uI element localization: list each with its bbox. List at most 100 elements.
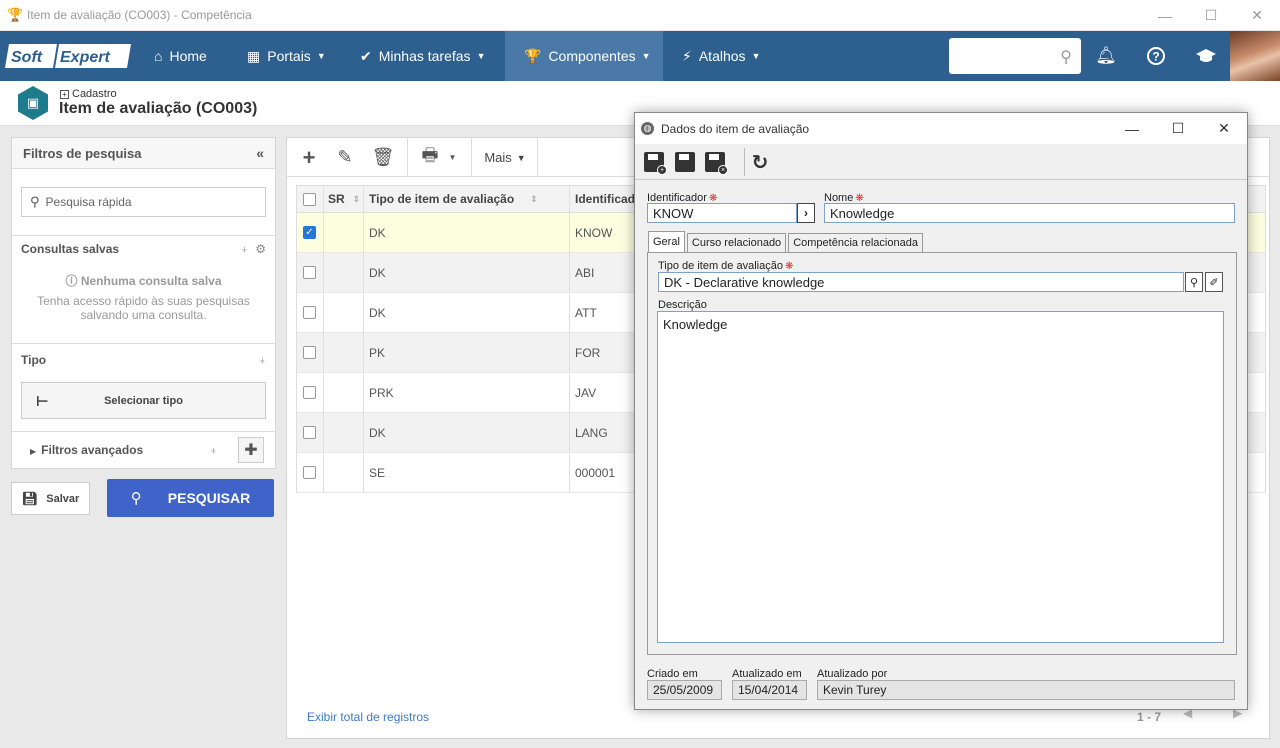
show-total-records-link[interactable]: Exibir total de registros <box>307 710 429 724</box>
column-sr[interactable]: SR ⇕ <box>328 186 360 212</box>
column-tipo[interactable]: Tipo de item de avaliação ⇕ <box>369 186 538 212</box>
column-identificador[interactable]: Identificad <box>575 186 635 212</box>
close-button[interactable]: ✕ <box>1234 0 1280 31</box>
more-label: Mais <box>484 150 512 165</box>
caret-down-icon: ▼ <box>316 51 326 61</box>
search-button[interactable]: ⚲ PESQUISAR <box>107 479 274 517</box>
window-title: Item de avaliação (CO003) - Competência <box>27 8 252 22</box>
row-checkbox[interactable] <box>303 346 316 359</box>
row-checkbox[interactable]: ✓ <box>303 226 316 239</box>
row-tipo: DK <box>369 225 386 240</box>
filter-panel: Filtros de pesquisa « ⚲ Pesquisa rápida … <box>11 137 276 469</box>
row-tipo: PK <box>369 345 386 360</box>
collapse-double-chevron-icon[interactable]: « <box>256 145 264 161</box>
dialog-minimize-button[interactable]: — <box>1109 113 1155 144</box>
filter-panel-header: Filtros de pesquisa « <box>12 138 275 169</box>
edit-pencil-icon[interactable]: ✎ <box>329 138 361 177</box>
help-icon[interactable]: ? <box>1131 31 1181 81</box>
nav-portais[interactable]: ▦ Portais ▼ <box>247 31 326 81</box>
criado-field: 25/05/2009 <box>647 680 722 700</box>
add-filter-button[interactable]: ✚ <box>238 437 264 463</box>
tipo-field[interactable]: DK - Declarative knowledge <box>658 272 1184 292</box>
select-type-label: Selecionar tipo <box>104 394 183 407</box>
refresh-icon[interactable]: ↻ <box>747 149 773 175</box>
row-checkbox[interactable] <box>303 306 316 319</box>
cap-shape <box>1196 49 1216 62</box>
row-tipo: PRK <box>369 385 394 400</box>
save-and-close-icon[interactable]: × <box>705 152 728 175</box>
breadcrumb[interactable]: + Cadastro <box>60 88 117 100</box>
caret-down-icon: ▼ <box>476 51 486 61</box>
nav-atalhos[interactable]: ⚡ Atalhos ▼ <box>682 31 760 81</box>
trophy-icon: 🏆 <box>524 47 542 64</box>
notifications-bell-icon[interactable]: 🔔︎ <box>1081 31 1131 81</box>
graduation-cap-icon[interactable] <box>1181 31 1231 81</box>
tipo-label: Tipo de item de avaliação ❋ <box>658 260 794 272</box>
row-checkbox[interactable] <box>303 466 316 479</box>
row-id: JAV <box>575 385 597 400</box>
row-tipo: DK <box>369 425 386 440</box>
descricao-label: Descrição <box>658 299 707 311</box>
select-all-checkbox[interactable] <box>303 192 316 206</box>
global-search-input[interactable]: ⚲ <box>949 38 1081 74</box>
advanced-filters-section[interactable]: ▶ Filtros avançados ⍖ <box>12 431 275 469</box>
svg-text:Expert: Expert <box>60 49 110 66</box>
nav-componentes-label: Componentes <box>548 48 636 64</box>
caret-down-icon: ▼ <box>751 51 761 61</box>
tab-curso-relacionado[interactable]: Curso relacionado <box>686 233 787 252</box>
search-icon: ⚲ <box>30 194 40 209</box>
user-avatar[interactable] <box>1230 31 1280 81</box>
nome-field[interactable]: Knowledge <box>824 203 1235 223</box>
nav-home[interactable]: ⌂ Home <box>154 31 207 81</box>
saved-empty-line2: salvando uma consulta. <box>80 308 207 322</box>
tab-competencia-relacionada[interactable]: Competência relacionada <box>788 233 923 252</box>
more-menu-button[interactable]: Mais ▼ <box>477 138 533 177</box>
nav-componentes[interactable]: 🏆 Componentes ▼ <box>505 31 663 81</box>
saved-empty-line1: Tenha acesso rápido às suas pesquisas <box>37 294 250 308</box>
row-id: 000001 <box>575 465 616 480</box>
column-tipo-label: Tipo de item de avaliação <box>369 192 515 206</box>
broom-icon[interactable]: ⍖ <box>210 443 217 458</box>
row-tipo: DK <box>369 305 386 320</box>
row-checkbox[interactable] <box>303 266 316 279</box>
add-plus-icon[interactable]: + <box>293 138 325 177</box>
nav-atalhos-label: Atalhos <box>698 48 746 64</box>
row-checkbox[interactable] <box>303 386 316 399</box>
next-id-arrow-icon[interactable]: › <box>797 203 815 223</box>
criado-label: Criado em <box>647 668 698 680</box>
dialog-maximize-button[interactable]: ☐ <box>1155 113 1201 144</box>
pager-range: 1 - 7 <box>1137 710 1162 724</box>
required-icon: ❋ <box>784 261 794 272</box>
bolt-icon: ⚡ <box>682 47 692 64</box>
save-icon[interactable] <box>675 152 695 172</box>
info-icon: ⓘ <box>65 274 81 288</box>
descricao-textarea[interactable]: Knowledge <box>657 311 1224 643</box>
save-query-button[interactable]: 💾︎ Salvar <box>11 482 90 515</box>
caret-down-icon: ▼ <box>641 51 651 61</box>
minimize-button[interactable]: — <box>1142 0 1188 31</box>
saved-queries-empty: ⓘ Nenhuma consulta salva <box>12 274 275 288</box>
maximize-button[interactable]: ☐ <box>1188 0 1234 31</box>
dialog-close-button[interactable]: ✕ <box>1201 113 1247 144</box>
saved-queries-section: Consultas salvas ⍖ ⚙ ⓘ Nenhuma consulta … <box>12 235 275 343</box>
identificador-field[interactable]: KNOW <box>647 203 797 223</box>
print-icon[interactable]: 🖶 ▼ <box>417 138 461 177</box>
quick-search-input[interactable]: ⚲ Pesquisa rápida <box>21 187 266 217</box>
lookup-search-icon[interactable]: ⚲ <box>1185 272 1203 292</box>
save-and-new-icon[interactable]: + <box>644 152 667 175</box>
broom-icon[interactable]: ⍖ <box>259 353 266 368</box>
column-sr-label: SR <box>328 192 345 206</box>
broom-icon[interactable]: ⍖ <box>241 242 248 256</box>
softexpert-logo[interactable]: Soft Expert <box>5 43 131 69</box>
nav-minhas-tarefas[interactable]: ✔ Minhas tarefas ▼ <box>360 31 485 81</box>
select-type-button[interactable]: ⊢ Selecionar tipo <box>21 382 266 419</box>
row-checkbox[interactable] <box>303 426 316 439</box>
gear-icon[interactable]: ⚙ <box>255 242 266 256</box>
plus-icon: ✚ <box>244 442 258 459</box>
delete-trash-icon[interactable]: 🗑︎ <box>367 138 399 177</box>
window-titlebar: 🏆 Item de avaliação (CO003) - Competênci… <box>0 0 1280 31</box>
caret-down-icon: ▼ <box>516 152 526 163</box>
tab-geral[interactable]: Geral <box>648 231 685 252</box>
dialog-titlebar: ◍ Dados do item de avaliação — ☐ ✕ <box>635 113 1247 144</box>
clear-eraser-icon[interactable]: ✐ <box>1205 272 1223 292</box>
